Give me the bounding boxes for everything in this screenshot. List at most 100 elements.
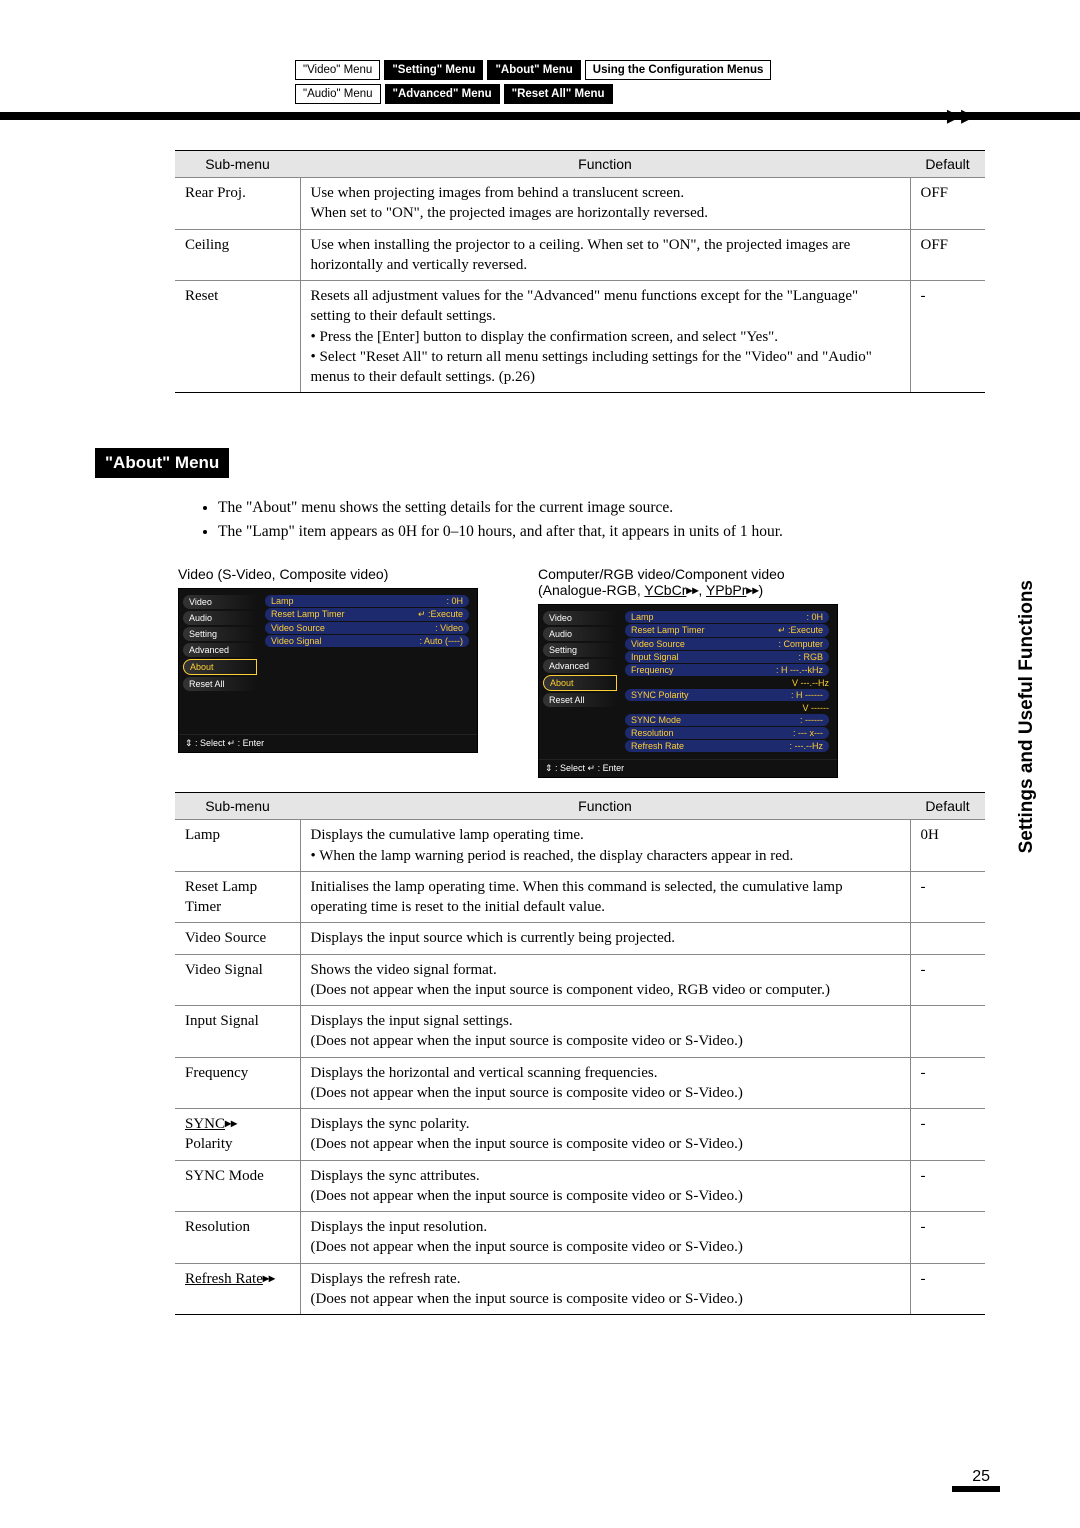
table-row: SYNC▸▸Polarity Displays the sync polarit…: [175, 1109, 985, 1161]
table-row: Resolution Displays the input resolution…: [175, 1212, 985, 1264]
tab-using-config[interactable]: Using the Configuration Menus: [585, 60, 772, 80]
cell-def: -: [910, 1263, 985, 1315]
col-submenu: Sub-menu: [175, 793, 300, 820]
osd-line: Refresh Rate: ---.--Hz: [625, 740, 829, 752]
cell-def: -: [910, 281, 985, 393]
cell-name: Video Signal: [175, 954, 300, 1006]
caption-video: Video (S-Video, Composite video): [178, 566, 478, 582]
cell-def: [910, 1006, 985, 1058]
tab-video[interactable]: "Video" Menu: [295, 60, 380, 80]
cell-func: Resets all adjustment values for the "Ad…: [300, 281, 910, 393]
forward-arrow-icon: ▸▸: [947, 98, 975, 132]
osd-menu-item: Setting: [543, 643, 617, 657]
cell-func: Displays the input signal settings. (Doe…: [300, 1006, 910, 1058]
cell-func: Displays the cumulative lamp operating t…: [300, 820, 910, 872]
glossary-icon: ▸▸: [746, 583, 758, 597]
osd-line: SYNC Polarity: H ------: [625, 689, 829, 701]
list-item: The "About" menu shows the setting detai…: [218, 496, 985, 520]
osd-menu-item: Advanced: [543, 659, 617, 673]
osd-computer: Video Audio Setting Advanced About Reset…: [538, 604, 838, 778]
cell-name: Reset Lamp Timer: [175, 871, 300, 923]
osd-line: Video Source: Computer: [625, 638, 829, 650]
table-row: Ceiling Use when installing the projecto…: [175, 229, 985, 281]
about-notes: The "About" menu shows the setting detai…: [200, 496, 985, 544]
cell-func: Displays the input resolution. (Does not…: [300, 1212, 910, 1264]
cell-def: [910, 923, 985, 954]
about-menu-table: Sub-menu Function Default Lamp Displays …: [175, 792, 985, 1315]
osd-menu-item-selected: About: [183, 659, 257, 675]
table-row: Refresh Rate▸▸ Displays the refresh rate…: [175, 1263, 985, 1315]
osd-line: Video Signal: Auto (----): [265, 635, 469, 647]
osd-menu-item: Reset All: [183, 677, 257, 691]
caption-computer: Computer/RGB video/Component video (Anal…: [538, 566, 838, 598]
osd-footer: ⇕ : Select ↵ : Enter: [179, 734, 477, 752]
osd-line: Video Source: Video: [265, 622, 469, 634]
cell-name: Rear Proj.: [175, 178, 300, 230]
cell-name: Input Signal: [175, 1006, 300, 1058]
cell-def: OFF: [910, 178, 985, 230]
tab-resetall[interactable]: "Reset All" Menu: [504, 84, 613, 104]
cell-def: -: [910, 1109, 985, 1161]
cell-func: Use when installing the projector to a c…: [300, 229, 910, 281]
col-default: Default: [910, 151, 985, 178]
table-row: Frequency Displays the horizontal and ve…: [175, 1057, 985, 1109]
table-row: Video Source Displays the input source w…: [175, 923, 985, 954]
cell-name: Resolution: [175, 1212, 300, 1264]
table-row: SYNC Mode Displays the sync attributes. …: [175, 1160, 985, 1212]
tab-about[interactable]: "About" Menu: [487, 60, 580, 80]
page-number: 25: [972, 1468, 990, 1486]
cell-func: Shows the video signal format. (Does not…: [300, 954, 910, 1006]
glossary-icon: ▸▸: [686, 583, 698, 597]
osd-video: Video Audio Setting Advanced About Reset…: [178, 588, 478, 753]
cell-def: -: [910, 871, 985, 923]
osd-line: Input Signal: RGB: [625, 651, 829, 663]
cell-func: Initialises the lamp operating time. Whe…: [300, 871, 910, 923]
table-row: Reset Lamp Timer Initialises the lamp op…: [175, 871, 985, 923]
col-function: Function: [300, 793, 910, 820]
tab-setting[interactable]: "Setting" Menu: [384, 60, 483, 80]
osd-line: Reset Lamp Timer↵ :Execute: [265, 608, 469, 621]
glossary-icon: ▸▸: [225, 1116, 237, 1130]
list-item: The "Lamp" item appears as 0H for 0–10 h…: [218, 520, 985, 544]
cell-func: Displays the sync polarity. (Does not ap…: [300, 1109, 910, 1161]
osd-line: Frequency: H ---.--kHz: [625, 664, 829, 676]
cell-name: Refresh Rate▸▸: [175, 1263, 300, 1315]
osd-line: Reset Lamp Timer↵ :Execute: [625, 624, 829, 637]
osd-line: SYNC Mode: ------: [625, 714, 829, 726]
cell-def: -: [910, 1057, 985, 1109]
tab-advanced[interactable]: "Advanced" Menu: [385, 84, 500, 104]
cell-def: -: [910, 1160, 985, 1212]
cell-func: Displays the refresh rate. (Does not app…: [300, 1263, 910, 1315]
cell-def: 0H: [910, 820, 985, 872]
table-row: Video Signal Shows the video signal form…: [175, 954, 985, 1006]
osd-footer: ⇕ : Select ↵ : Enter: [539, 759, 837, 777]
cell-name: Ceiling: [175, 229, 300, 281]
col-function: Function: [300, 151, 910, 178]
cell-name: Reset: [175, 281, 300, 393]
section-side-label: Settings and Useful Functions: [1016, 580, 1038, 853]
cell-name: Frequency: [175, 1057, 300, 1109]
osd-line: Resolution: --- x---: [625, 727, 829, 739]
cell-def: -: [910, 1212, 985, 1264]
cell-name: SYNC▸▸Polarity: [175, 1109, 300, 1161]
tab-audio[interactable]: "Audio" Menu: [295, 84, 381, 104]
osd-menu-item-selected: About: [543, 675, 617, 691]
osd-menu-item: Audio: [183, 611, 257, 625]
osd-menu-item: Setting: [183, 627, 257, 641]
table-row: Rear Proj. Use when projecting images fr…: [175, 178, 985, 230]
osd-line: V ---.--Hz: [625, 677, 829, 689]
cell-func: Displays the sync attributes. (Does not …: [300, 1160, 910, 1212]
osd-menu-item: Reset All: [543, 693, 617, 707]
osd-line: V ------: [625, 702, 829, 714]
advanced-menu-table: Sub-menu Function Default Rear Proj. Use…: [175, 150, 985, 393]
osd-menu-item: Advanced: [183, 643, 257, 657]
osd-menu-item: Audio: [543, 627, 617, 641]
glossary-icon: ▸▸: [263, 1271, 275, 1285]
cell-func: Displays the input source which is curre…: [300, 923, 910, 954]
table-row: Lamp Displays the cumulative lamp operat…: [175, 820, 985, 872]
cell-name: SYNC Mode: [175, 1160, 300, 1212]
col-submenu: Sub-menu: [175, 151, 300, 178]
menu-tabs: "Video" Menu "Setting" Menu "About" Menu…: [295, 60, 985, 104]
cell-func: Use when projecting images from behind a…: [300, 178, 910, 230]
about-menu-heading: "About" Menu: [95, 448, 229, 478]
